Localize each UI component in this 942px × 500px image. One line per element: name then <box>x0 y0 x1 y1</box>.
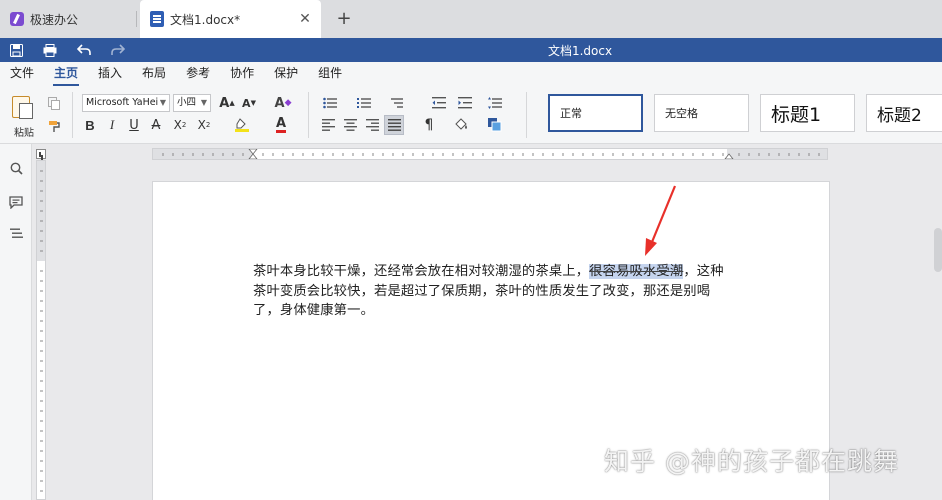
align-center-icon[interactable] <box>342 117 358 133</box>
menu-insert[interactable]: 插入 <box>97 62 123 86</box>
close-tab-icon[interactable]: ✕ <box>297 11 313 27</box>
bold-icon[interactable]: B <box>82 117 98 133</box>
decrease-font-icon[interactable]: A ▼ <box>240 94 258 112</box>
selected-text[interactable]: 很容易吸水受潮 <box>589 264 684 279</box>
style-no-spacing-label: 无空格 <box>665 107 698 120</box>
style-normal-label: 正常 <box>560 107 582 120</box>
bullet-list-icon[interactable] <box>320 94 340 112</box>
app-logo-icon <box>10 12 24 26</box>
increase-font-icon[interactable]: A ▲ <box>218 94 236 112</box>
highlight-color-icon[interactable] <box>232 117 254 133</box>
multilevel-list-icon[interactable] <box>388 94 408 112</box>
strikethrough-icon[interactable]: A <box>148 117 164 133</box>
menu-layout[interactable]: 布局 <box>141 62 167 86</box>
increase-indent-icon[interactable] <box>456 94 474 112</box>
paragraph-text-start: 茶叶本身比较干燥，还经常会放在相对较潮湿的茶桌上， <box>253 264 590 279</box>
superscript-icon[interactable]: X2 <box>170 117 190 133</box>
watermark: 知乎 @神的孩子都在跳舞 <box>604 447 899 476</box>
tab-home[interactable]: 极速办公 <box>0 0 140 38</box>
document-paragraph[interactable]: 茶叶本身比较干燥，还经常会放在相对较潮湿的茶桌上，很容易吸水受潮，这种茶叶变质会… <box>253 262 733 321</box>
title-bar: 文档1.docx <box>0 38 942 62</box>
align-left-icon[interactable] <box>320 117 336 133</box>
subscript-icon[interactable]: X2 <box>194 117 214 133</box>
comment-icon[interactable] <box>8 194 24 210</box>
separator <box>526 92 527 138</box>
italic-icon[interactable]: I <box>104 117 120 133</box>
document-icon <box>150 11 164 27</box>
numbered-list-icon[interactable] <box>354 94 374 112</box>
style-heading-1-label: 标题1 <box>771 103 822 126</box>
font-size-select[interactable]: 小四 ▼ <box>173 94 211 112</box>
style-heading-2-label: 标题2 <box>877 105 922 126</box>
line-spacing-icon[interactable] <box>484 94 506 112</box>
borders-icon[interactable] <box>484 117 506 133</box>
menu-file[interactable]: 文件 <box>9 62 35 86</box>
vertical-ruler[interactable] <box>36 160 46 500</box>
align-right-icon[interactable] <box>364 117 380 133</box>
clear-format-icon[interactable]: A ◆ <box>274 94 292 112</box>
justify-icon[interactable] <box>384 115 404 135</box>
tab-strip: 极速办公 文档1.docx* ✕ + <box>0 0 942 38</box>
ribbon-toolbar: 粘贴 Microsoft YaHei ▼ 小四 ▼ A ▲ A ▼ A ◆ B I U… <box>0 86 942 144</box>
font-name-select[interactable]: Microsoft YaHei ▼ <box>82 94 170 112</box>
chevron-down-icon: ▼ <box>159 98 166 107</box>
menu-references[interactable]: 参考 <box>185 62 211 86</box>
vertical-scrollbar-thumb[interactable] <box>934 228 942 272</box>
style-heading-2[interactable]: 标题2 <box>866 94 942 132</box>
font-size-value: 小四 <box>177 97 197 108</box>
paste-icon[interactable] <box>12 94 34 120</box>
left-sidebar <box>0 144 32 500</box>
style-no-spacing[interactable]: 无空格 <box>654 94 749 132</box>
undo-icon[interactable] <box>76 42 92 58</box>
save-icon[interactable] <box>8 42 24 58</box>
window-title: 文档1.docx <box>547 44 613 58</box>
tab-divider <box>136 11 137 27</box>
style-heading-1[interactable]: 标题1 <box>760 94 855 132</box>
chevron-down-icon: ▼ <box>200 98 207 107</box>
shading-icon[interactable] <box>450 117 472 133</box>
font-color-icon[interactable]: A <box>270 117 292 133</box>
decrease-indent-icon[interactable] <box>430 94 448 112</box>
paragraph-marks-icon[interactable]: ¶ <box>418 117 440 133</box>
menu-bar: 文件 主页 插入 布局 参考 协作 保护 组件 <box>0 62 942 86</box>
search-icon[interactable] <box>8 160 24 176</box>
tab-document-label: 文档1.docx* <box>170 12 241 27</box>
paste-label: 粘贴 <box>14 128 34 139</box>
separator <box>308 92 309 138</box>
style-normal[interactable]: 正常 <box>548 94 643 132</box>
font-name-value: Microsoft YaHei <box>86 97 159 108</box>
new-tab-button[interactable]: + <box>334 9 354 29</box>
menu-protect[interactable]: 保护 <box>273 62 299 86</box>
tab-home-label: 极速办公 <box>30 12 79 27</box>
redo-icon[interactable] <box>110 42 126 58</box>
tab-stop-selector[interactable] <box>36 149 46 159</box>
horizontal-ruler[interactable] <box>152 148 828 160</box>
print-icon[interactable] <box>42 42 58 58</box>
menu-collaborate[interactable]: 协作 <box>229 62 255 86</box>
underline-icon[interactable]: U <box>126 117 142 133</box>
format-painter-icon[interactable] <box>46 118 62 134</box>
separator <box>72 92 73 138</box>
menu-home[interactable]: 主页 <box>53 62 80 86</box>
tab-document[interactable]: 文档1.docx* ✕ <box>140 0 321 38</box>
copy-icon[interactable] <box>46 95 62 111</box>
menu-components[interactable]: 组件 <box>317 62 343 86</box>
navigation-icon[interactable] <box>8 226 24 242</box>
